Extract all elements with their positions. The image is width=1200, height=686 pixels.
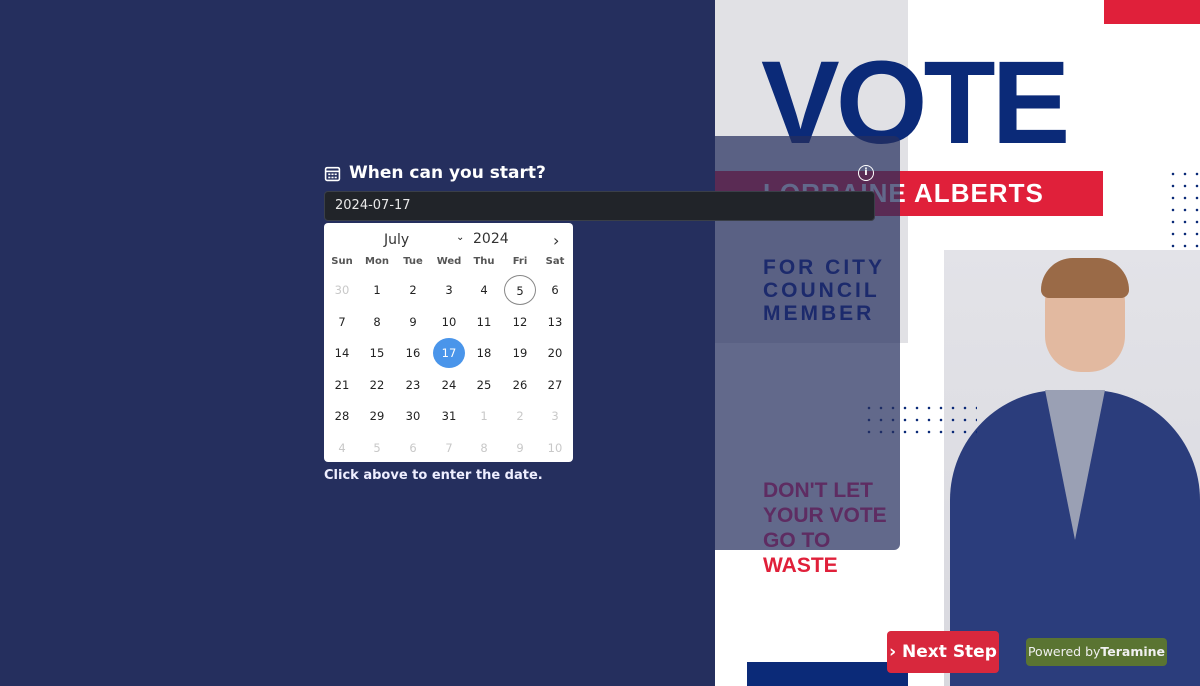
calendar-day[interactable]: 18 [468,338,500,368]
calendar-day[interactable]: 26 [504,370,536,400]
weekday-header: Wed [436,256,462,267]
calendar-day[interactable]: 30 [326,275,358,305]
calendar-day[interactable]: 17 [433,338,465,368]
field-label-text: When can you start? [349,163,546,183]
calendar-day[interactable]: 12 [504,307,536,337]
date-picker: July ⌄ 2024 › Sun Mon Tue Wed Thu Fri Sat 30 1 2 3… [324,223,573,462]
calendar-day[interactable]: 21 [326,370,358,400]
powered-by-text: Powered by [1027,644,1101,659]
month-select[interactable]: July [384,232,409,248]
calendar-day[interactable]: 4 [326,433,358,463]
calendar-day[interactable]: 6 [397,433,429,463]
calendar-day[interactable]: 19 [504,338,536,368]
calendar-day[interactable]: 1 [468,401,500,431]
calendar-day[interactable]: 9 [397,307,429,337]
calendar-day[interactable]: 27 [539,370,571,400]
calendar-day[interactable]: 8 [361,307,393,337]
calendar-day[interactable]: 16 [397,338,429,368]
calendar-day[interactable]: 28 [326,401,358,431]
calendar-day[interactable]: 5 [361,433,393,463]
poster-subtitle: FOR CITY COUNCIL MEMBER [763,256,885,325]
calendar-day[interactable]: 23 [397,370,429,400]
weekday-header: Thu [473,256,495,267]
calendar-day[interactable]: 9 [504,433,536,463]
calendar-day[interactable]: 15 [361,338,393,368]
calendar-day[interactable]: 25 [468,370,500,400]
info-icon[interactable]: i [858,165,874,181]
chevron-down-icon[interactable]: ⌄ [456,232,464,243]
chevron-right-icon: › [889,642,897,662]
calendar-day[interactable]: 5 [504,275,536,305]
calendar-day[interactable]: 10 [433,307,465,337]
slogan-text: DON'T LET YOUR VOTE GO TO [763,479,887,552]
calendar-day[interactable]: 3 [539,401,571,431]
year-input[interactable]: 2024 [473,231,509,247]
calendar-day[interactable]: 7 [433,433,465,463]
calendar-day[interactable]: 7 [326,307,358,337]
powered-by-badge[interactable]: Powered byTeramine [1026,638,1167,666]
calendar-day[interactable]: 2 [397,275,429,305]
next-step-button[interactable]: › Next Step [887,631,999,673]
field-label: When can you start? [324,162,546,184]
calendar-day[interactable]: 14 [326,338,358,368]
calendar-day[interactable]: 10 [539,433,571,463]
weekday-header: Sat [545,256,565,267]
calendar-day[interactable]: 22 [361,370,393,400]
calendar-day[interactable]: 20 [539,338,571,368]
calendar-day[interactable]: 11 [468,307,500,337]
calendar-day[interactable]: 30 [397,401,429,431]
next-month-button[interactable]: › [553,231,559,250]
poster-red-bar [1104,0,1200,24]
poster-navy-bar [747,662,908,686]
calendar-day[interactable]: 2 [504,401,536,431]
weekday-header: Sun [331,256,353,267]
candidate-hair [1041,258,1129,298]
date-input[interactable]: 2024-07-17 [324,191,875,221]
poster-slogan: DON'T LET YOUR VOTE GO TO WASTE [763,478,903,578]
field-hint: Click above to enter the date. [324,468,543,483]
calendar-day[interactable]: 29 [361,401,393,431]
calendar-day[interactable]: 13 [539,307,571,337]
weekday-header: Tue [403,256,423,267]
calendar-day[interactable]: 3 [433,275,465,305]
brand-name: Teramine [1100,644,1166,659]
calendar-day[interactable]: 1 [361,275,393,305]
weekday-header: Fri [512,256,528,267]
calendar-day[interactable]: 24 [433,370,465,400]
calendar-day[interactable]: 31 [433,401,465,431]
calendar-day[interactable]: 6 [539,275,571,305]
calendar-day[interactable]: 8 [468,433,500,463]
calendar-day[interactable]: 4 [468,275,500,305]
weekday-header: Mon [365,256,389,267]
slogan-emphasis: WASTE [763,554,838,577]
calendar-icon [324,166,341,181]
next-step-label: Next Step [902,642,997,662]
